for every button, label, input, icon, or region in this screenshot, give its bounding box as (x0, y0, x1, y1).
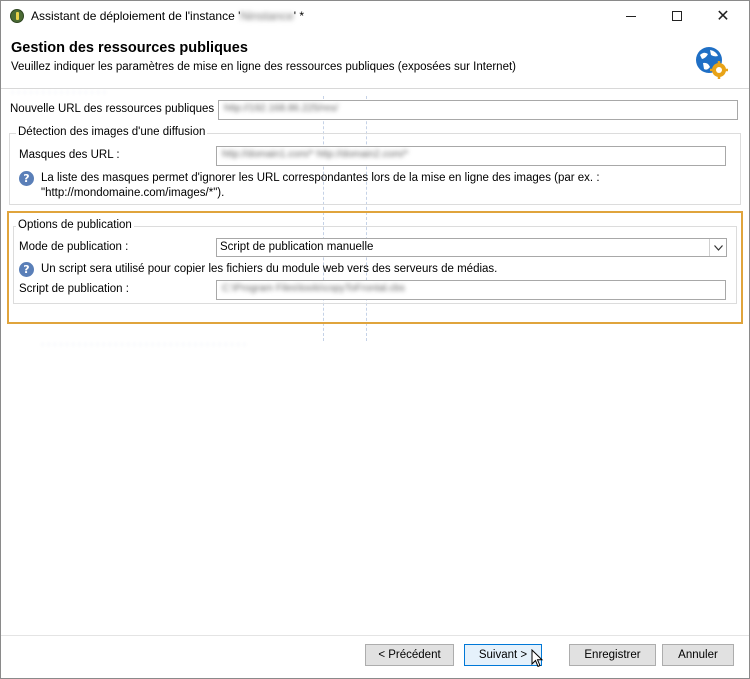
info-icon: ? (19, 171, 34, 186)
publication-script-value: C:\Program Files\tools\copyToFrontal.cbs (222, 283, 405, 294)
page-title: Gestion des ressources publiques (11, 40, 248, 56)
public-url-value: http://192.168.86.225/res/ (224, 103, 338, 114)
ghost-text: · · · · · · · · · · · · · · · · · · · · … (41, 339, 246, 350)
blurred-instance-name: Ninstance (240, 9, 294, 23)
public-url-input[interactable]: http://192.168.86.225/res/ (218, 100, 738, 120)
globe-gear-icon (696, 47, 728, 79)
url-masks-value: http://domain1.com/* http://domain2.com/… (222, 149, 409, 160)
close-button[interactable]: ✕ (700, 1, 746, 31)
public-url-label: Nouvelle URL des ressources publiques : (10, 103, 221, 115)
close-icon: ✕ (716, 8, 730, 25)
maximize-button[interactable] (654, 1, 700, 31)
publication-mode-help: Un script sera utilisé pour copier les f… (41, 263, 498, 275)
mouse-cursor-icon (531, 649, 544, 668)
url-masks-help-line2: "http://mondomaine.com/images/*"). (41, 187, 225, 199)
url-masks-label: Masques des URL : (19, 149, 120, 161)
minimize-button[interactable] (608, 1, 654, 31)
wizard-window: Assistant de déploiement de l'instance '… (0, 0, 750, 679)
cancel-button[interactable]: Annuler (662, 644, 734, 666)
publication-mode-label: Mode de publication : (19, 241, 129, 253)
url-masks-input[interactable]: http://domain1.com/* http://domain2.com/… (216, 146, 726, 166)
minimize-icon (626, 15, 636, 17)
ghost-text: · · · · · · · · · · · · · · · · (11, 87, 106, 98)
publication-mode-value: Script de publication manuelle (220, 241, 374, 253)
publication-mode-select[interactable]: Script de publication manuelle (216, 238, 727, 257)
wizard-header: Gestion des ressources publiques Veuille… (1, 31, 749, 89)
url-masks-help-line1: La liste des masques permet d'ignorer le… (41, 172, 600, 184)
save-button[interactable]: Enregistrer (569, 644, 656, 666)
publication-script-label: Script de publication : (19, 283, 129, 295)
image-detection-title: Détection des images d'une diffusion (16, 126, 208, 138)
chevron-down-icon[interactable] (709, 239, 726, 256)
publication-options-title: Options de publication (16, 219, 134, 231)
publication-script-input[interactable]: C:\Program Files\tools\copyToFrontal.cbs (216, 280, 726, 300)
page-subtitle: Veuillez indiquer les paramètres de mise… (11, 61, 516, 73)
window-title: Assistant de déploiement de l'instance '… (31, 9, 305, 23)
previous-button[interactable]: < Précédent (365, 644, 454, 666)
maximize-icon (672, 11, 682, 21)
info-icon: ? (19, 262, 34, 277)
title-bar: Assistant de déploiement de l'instance '… (1, 1, 749, 31)
app-icon (10, 9, 24, 23)
footer-divider (1, 635, 749, 636)
